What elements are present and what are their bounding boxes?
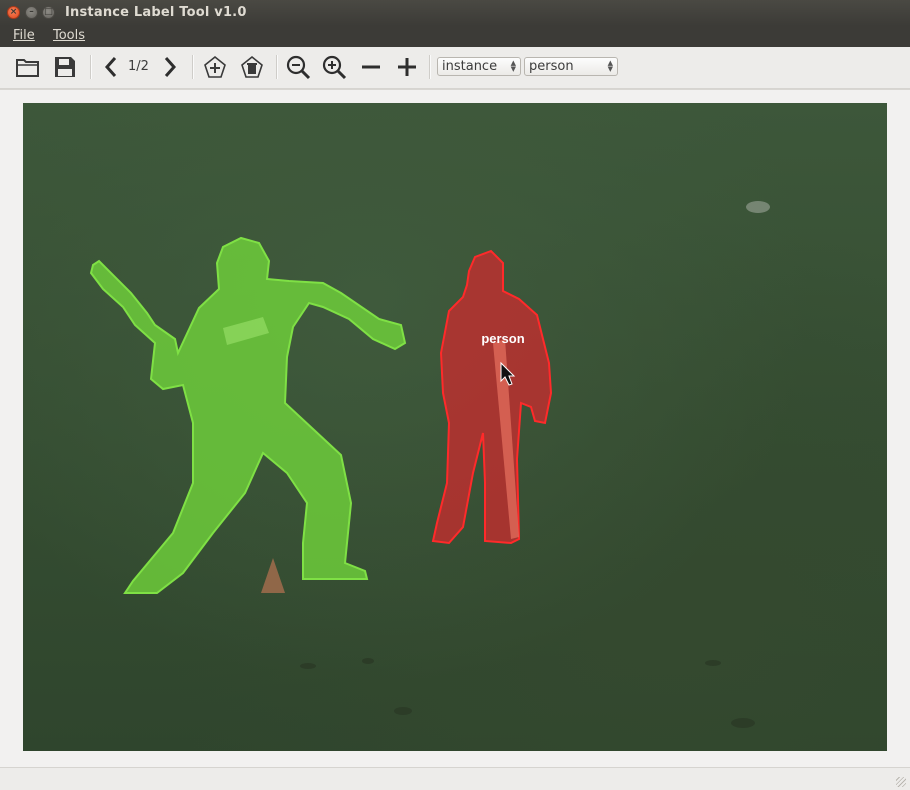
mode-select-value: instance (442, 59, 498, 74)
ground-clump (300, 663, 316, 669)
save-icon (55, 57, 75, 77)
zoom-in-icon (322, 55, 347, 80)
menu-bar: File Tools (0, 26, 910, 47)
page-counter: 1/2 (128, 59, 149, 74)
zoom-out-button[interactable] (284, 53, 312, 81)
resize-grip[interactable] (896, 777, 906, 787)
menu-file[interactable]: File (13, 28, 35, 43)
next-image-button[interactable] (156, 53, 184, 81)
window-title: Instance Label Tool v1.0 (65, 5, 247, 20)
frisbee-disc (746, 201, 770, 213)
instance-mask-person[interactable] (431, 249, 553, 545)
ground-clump (394, 707, 412, 715)
instance-label: person (481, 331, 524, 346)
mode-select[interactable]: instance ▲ ▼ (437, 57, 521, 76)
toolbar: 1/2 instance ▲ ▼ person ▲ ▼ (0, 47, 910, 121)
add-polygon-button[interactable] (201, 53, 229, 81)
grow-button[interactable] (393, 53, 421, 81)
instance-mask-green[interactable] (89, 236, 407, 594)
minimize-icon: – (29, 7, 34, 17)
toolbar-separator (192, 55, 194, 79)
ground-clump (705, 660, 721, 666)
ground-clump (731, 718, 755, 728)
status-bar (0, 767, 910, 790)
menu-file-label: File (13, 28, 35, 43)
open-button[interactable] (14, 53, 42, 81)
next-icon (164, 57, 177, 77)
title-bar: × – □ Instance Label Tool v1.0 (0, 0, 910, 26)
ground-clump (362, 658, 374, 664)
menu-tools[interactable]: Tools (53, 28, 85, 43)
class-select-value: person (529, 59, 574, 74)
spin-arrows-icon: ▲ ▼ (510, 59, 516, 73)
spin-arrows-icon: ▲ ▼ (607, 59, 613, 73)
open-folder-icon (16, 59, 39, 77)
prev-icon (104, 57, 117, 77)
maximize-icon: □ (44, 7, 53, 17)
delete-polygon-button[interactable] (238, 53, 266, 81)
zoom-in-button[interactable] (320, 53, 348, 81)
shrink-button[interactable] (357, 53, 385, 81)
add-polygon-icon (204, 55, 226, 78)
close-icon: × (9, 7, 18, 17)
prev-image-button[interactable] (97, 53, 125, 81)
window-minimize-button[interactable]: – (25, 6, 38, 19)
plus-icon (398, 58, 416, 76)
toolbar-separator (90, 55, 92, 79)
save-button[interactable] (51, 53, 79, 81)
window-close-button[interactable]: × (7, 6, 20, 19)
delete-polygon-icon (241, 55, 263, 78)
toolbar-separator (276, 55, 278, 79)
window-maximize-button[interactable]: □ (42, 6, 55, 19)
zoom-out-icon (286, 55, 311, 80)
menu-tools-label: Tools (53, 28, 86, 43)
field-cone (261, 558, 285, 593)
image-canvas[interactable]: person (23, 103, 887, 751)
scene-layer: person (89, 201, 770, 728)
toolbar-separator (429, 55, 431, 79)
class-select[interactable]: person ▲ ▼ (524, 57, 618, 76)
minus-icon (362, 65, 380, 69)
